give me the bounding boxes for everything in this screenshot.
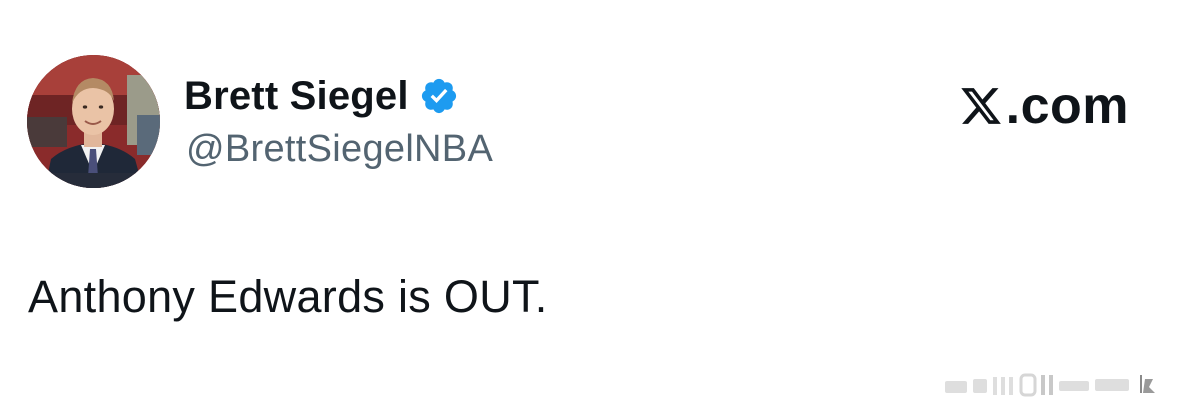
tweet-body-text: Anthony Edwards is OUT. xyxy=(28,271,548,322)
x-logo-icon xyxy=(958,84,1004,128)
avatar[interactable] xyxy=(27,55,160,188)
author-name-row[interactable]: Brett Siegel xyxy=(184,72,459,120)
author-handle[interactable]: @BrettSiegelNBA xyxy=(186,126,493,172)
author-display-name[interactable]: Brett Siegel xyxy=(184,72,409,120)
watermark-icon xyxy=(935,367,1165,401)
profile-photo-icon xyxy=(27,55,160,188)
site-logo: .com xyxy=(958,78,1129,134)
site-domain-text: .com xyxy=(1005,77,1129,135)
verified-badge-icon xyxy=(419,76,459,116)
